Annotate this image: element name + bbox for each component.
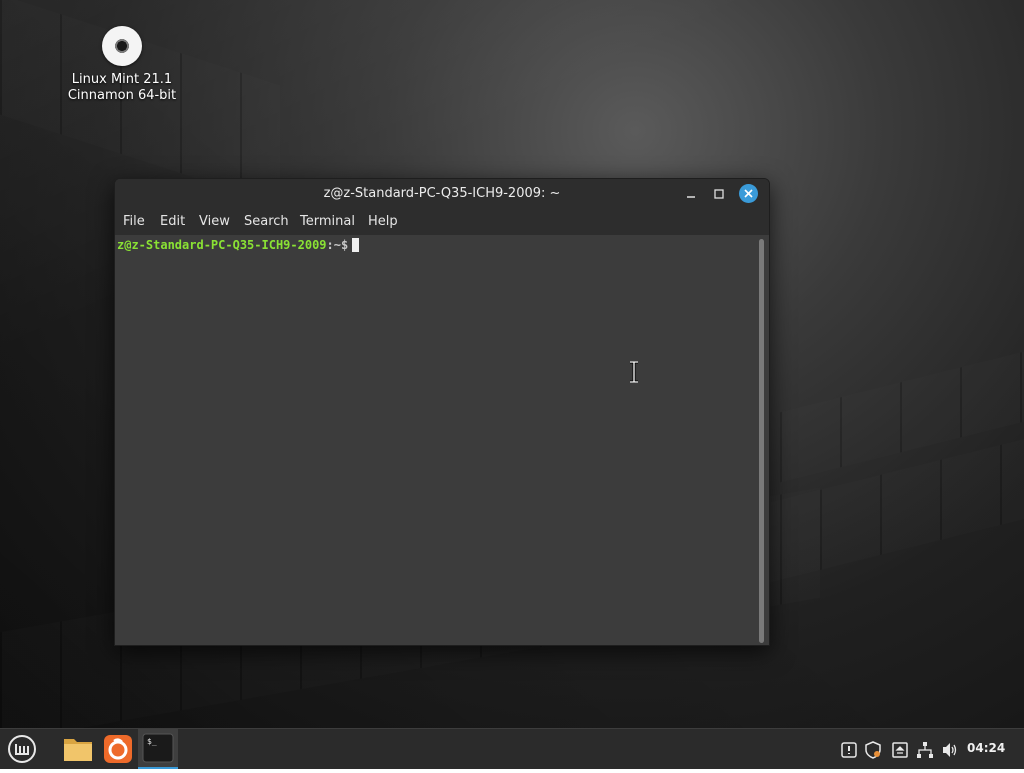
menu-help[interactable]: Help — [368, 214, 398, 229]
menu-edit[interactable]: Edit — [160, 214, 185, 229]
minimize-button[interactable] — [681, 184, 701, 204]
menu-file[interactable]: File — [123, 214, 145, 229]
desktop-icon-label-line1: Linux Mint 21.1 — [71, 72, 173, 87]
shield-icon[interactable] — [864, 741, 882, 759]
terminal-output-area[interactable]: z@z-Standard-PC-Q35-ICH9-2009:~$ — [115, 235, 769, 645]
desktop-icon-install-disc[interactable]: Linux Mint 21.1 Cinnamon 64-bit — [62, 26, 182, 104]
close-icon — [744, 189, 753, 198]
menu-terminal[interactable]: Terminal — [300, 214, 355, 229]
text-cursor — [352, 238, 360, 252]
maximize-icon — [714, 189, 724, 199]
taskbar: $_ 04:24 — [0, 728, 1024, 769]
files-launcher[interactable] — [60, 729, 96, 769]
update-manager-icon[interactable] — [840, 741, 858, 759]
prompt-path: :~$ — [326, 238, 349, 252]
ibeam-cursor-icon — [630, 361, 638, 383]
svg-text:$_: $_ — [147, 737, 157, 746]
close-button[interactable] — [739, 184, 758, 203]
mint-menu-button[interactable] — [4, 729, 40, 769]
removable-drive-icon[interactable] — [891, 741, 909, 759]
prompt-user-host: z@z-Standard-PC-Q35-ICH9-2009 — [117, 238, 327, 252]
menu-view[interactable]: View — [199, 214, 230, 229]
desktop-icon-label-line2: Cinnamon 64-bit — [67, 88, 177, 103]
window-title: z@z-Standard-PC-Q35-ICH9-2009: ~ — [323, 186, 561, 201]
terminal-window[interactable]: z@z-Standard-PC-Q35-ICH9-2009: ~ File Ed… — [114, 178, 770, 646]
terminal-icon: $_ — [142, 733, 174, 763]
volume-icon[interactable] — [941, 741, 959, 759]
terminal-taskbar-button[interactable]: $_ — [138, 729, 178, 769]
maximize-button[interactable] — [709, 184, 729, 204]
files-icon — [64, 739, 92, 761]
menu-search[interactable]: Search — [244, 214, 289, 229]
clock[interactable]: 04:24 — [967, 741, 1005, 755]
firefox-launcher[interactable] — [100, 729, 136, 769]
menu-bar: File Edit View Search Terminal Help — [115, 209, 769, 235]
window-titlebar[interactable]: z@z-Standard-PC-Q35-ICH9-2009: ~ — [115, 179, 769, 209]
firefox-icon — [104, 735, 132, 763]
minimize-icon — [687, 196, 695, 198]
scrollbar[interactable] — [759, 239, 764, 643]
disc-icon — [102, 26, 142, 66]
terminal-prompt: z@z-Standard-PC-Q35-ICH9-2009:~$ — [117, 238, 360, 252]
mint-menu-icon — [8, 735, 36, 763]
network-icon[interactable] — [916, 741, 934, 759]
